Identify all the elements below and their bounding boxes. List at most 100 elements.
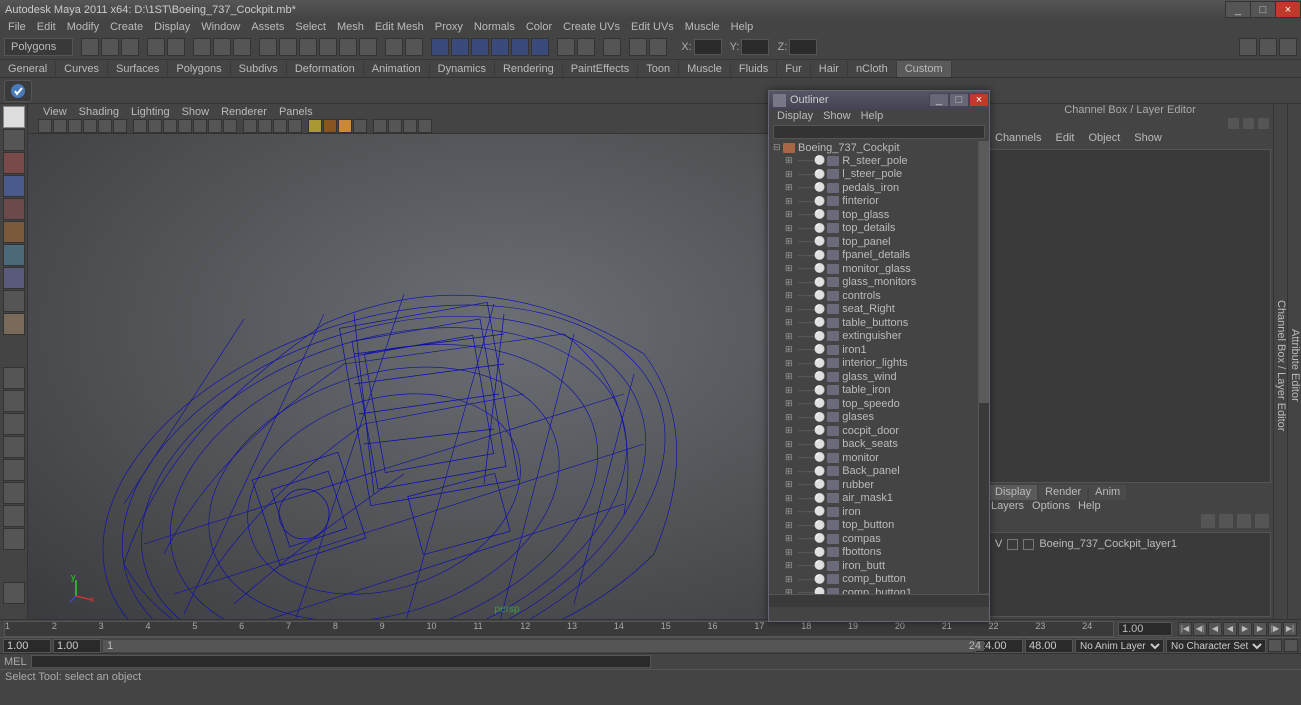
outliner-item[interactable]: ⊞——⚪comp_button <box>771 573 989 587</box>
shelf-tab-animation[interactable]: Animation <box>364 61 430 77</box>
render-icon[interactable] <box>431 38 449 56</box>
layer-ico4-icon[interactable] <box>1255 514 1269 528</box>
hypershade-icon[interactable] <box>603 38 621 56</box>
shelf-tab-subdivs[interactable]: Subdivs <box>231 61 287 77</box>
vp-ico-11[interactable] <box>193 119 207 133</box>
side-tab-attribute[interactable]: Attribute Editor <box>1287 104 1301 619</box>
open-scene-icon[interactable] <box>101 38 119 56</box>
menu-window[interactable]: Window <box>196 20 245 34</box>
ui-element1-icon[interactable] <box>1239 38 1257 56</box>
vp-ico-10[interactable] <box>178 119 192 133</box>
rotate-tool[interactable] <box>3 198 25 220</box>
range-in-field[interactable] <box>53 639 101 653</box>
layer-list[interactable]: V Boeing_737_Cockpit_layer1 <box>989 532 1271 617</box>
manipulator-tool[interactable] <box>3 244 25 266</box>
vpmenu-renderer[interactable]: Renderer <box>216 106 272 118</box>
outliner-root[interactable]: ⊟ Boeing_737_Cockpit <box>771 141 989 154</box>
shelf-tab-dynamics[interactable]: Dynamics <box>430 61 495 77</box>
shelf-tab-polygons[interactable]: Polygons <box>168 61 230 77</box>
outliner-item[interactable]: ⊞——⚪iron_butt <box>771 559 989 573</box>
step-forward-frame-button[interactable]: ▶ <box>1253 622 1267 636</box>
menu-display[interactable]: Display <box>149 20 195 34</box>
cb-tab-channels[interactable]: Channels <box>989 131 1047 147</box>
time-slider[interactable]: 123456789101112131415161718192021222324 … <box>0 619 1301 637</box>
character-set-select[interactable]: No Character Set <box>1166 639 1266 653</box>
render-globals-icon[interactable] <box>491 38 509 56</box>
menu-color[interactable]: Color <box>521 20 557 34</box>
outliner-item[interactable]: ⊞——⚪glass_monitors <box>771 276 989 290</box>
side-tab-channel[interactable]: Channel Box / Layer Editor <box>1273 104 1287 619</box>
vp-ico-17[interactable] <box>288 119 302 133</box>
outliner-item[interactable]: ⊞——⚪Back_panel <box>771 465 989 479</box>
layer-ico3-icon[interactable] <box>1237 514 1251 528</box>
vp-ico-1[interactable] <box>38 119 52 133</box>
outliner-item[interactable]: ⊞——⚪fpanel_details <box>771 249 989 263</box>
prefs-icon[interactable] <box>1284 639 1298 652</box>
outliner-item[interactable]: ⊞——⚪top_glass <box>771 208 989 222</box>
vp-light-2-icon[interactable] <box>323 119 337 133</box>
outliner-item[interactable]: ⊞——⚪top_panel <box>771 235 989 249</box>
vp-ico-19[interactable] <box>388 119 402 133</box>
shelf-tab-ncloth[interactable]: nCloth <box>848 61 897 77</box>
shelf-tab-toon[interactable]: Toon <box>638 61 679 77</box>
command-input[interactable] <box>31 655 651 668</box>
menu-create-uvs[interactable]: Create UVs <box>558 20 625 34</box>
redo-icon[interactable] <box>167 38 185 56</box>
outliner-toggle-icon[interactable] <box>629 38 647 56</box>
vpmenu-view[interactable]: View <box>38 106 72 118</box>
layout-four[interactable] <box>3 390 25 412</box>
graph-editor-icon[interactable] <box>649 38 667 56</box>
batch-render-icon[interactable] <box>531 38 549 56</box>
vpmenu-shading[interactable]: Shading <box>74 106 124 118</box>
menu-edit-mesh[interactable]: Edit Mesh <box>370 20 429 34</box>
layout-anim[interactable] <box>3 528 25 550</box>
vp-ico-6[interactable] <box>113 119 127 133</box>
view-tool[interactable] <box>3 313 25 335</box>
snap-plane-icon[interactable] <box>319 38 337 56</box>
outliner-titlebar[interactable]: Outliner _ □ × <box>769 91 989 109</box>
cb-ico3-icon[interactable] <box>1258 118 1269 129</box>
vpmenu-show[interactable]: Show <box>177 106 215 118</box>
vp-ico-8[interactable] <box>148 119 162 133</box>
shelf-tab-general[interactable]: General <box>0 61 56 77</box>
snap-grid-icon[interactable] <box>259 38 277 56</box>
range-start-field[interactable] <box>3 639 51 653</box>
vp-ico-2[interactable] <box>53 119 67 133</box>
menu-proxy[interactable]: Proxy <box>430 20 468 34</box>
select-tool[interactable] <box>3 106 25 128</box>
menu-modify[interactable]: Modify <box>62 20 104 34</box>
outliner-menu-help[interactable]: Help <box>857 110 888 122</box>
snap-curve-icon[interactable] <box>279 38 297 56</box>
coord-z-input[interactable] <box>789 39 817 55</box>
soft-mod-tool[interactable] <box>3 267 25 289</box>
shelf-tab-fluids[interactable]: Fluids <box>731 61 777 77</box>
vp-ico-12[interactable] <box>208 119 222 133</box>
play-back-button[interactable]: ◀ <box>1223 622 1237 636</box>
panel-layout-icon[interactable] <box>557 38 575 56</box>
outliner-item[interactable]: ⊞——⚪seat_Right <box>771 303 989 317</box>
outliner-max-button[interactable]: □ <box>949 93 969 107</box>
snap-point-icon[interactable] <box>299 38 317 56</box>
ui-element3-icon[interactable] <box>1279 38 1297 56</box>
vp-ico-15[interactable] <box>258 119 272 133</box>
help-tool[interactable] <box>3 582 25 604</box>
menu-help[interactable]: Help <box>726 20 759 34</box>
vp-ico-20[interactable] <box>403 119 417 133</box>
outliner-hscroll[interactable] <box>769 594 989 607</box>
new-scene-icon[interactable] <box>81 38 99 56</box>
cb-tab-show[interactable]: Show <box>1128 131 1168 147</box>
shelf-tab-custom[interactable]: Custom <box>897 61 952 77</box>
layout-graph[interactable] <box>3 505 25 527</box>
current-time-field[interactable]: 1.00 <box>1118 622 1172 636</box>
outliner-search[interactable] <box>773 125 985 139</box>
outliner-item[interactable]: ⊞——⚪compas <box>771 532 989 546</box>
outliner-item[interactable]: ⊞——⚪controls <box>771 289 989 303</box>
outliner-list[interactable]: ⊟ Boeing_737_Cockpit ⊞——⚪R_steer_pole⊞——… <box>769 141 989 607</box>
outliner-item[interactable]: ⊞——⚪glases <box>771 411 989 425</box>
snap-view-icon[interactable] <box>359 38 377 56</box>
menu-muscle[interactable]: Muscle <box>680 20 725 34</box>
vp-ico-4[interactable] <box>83 119 97 133</box>
layout-single[interactable] <box>3 367 25 389</box>
outliner-item[interactable]: ⊞——⚪pedals_iron <box>771 181 989 195</box>
outliner-item[interactable]: ⊞——⚪finterior <box>771 195 989 209</box>
